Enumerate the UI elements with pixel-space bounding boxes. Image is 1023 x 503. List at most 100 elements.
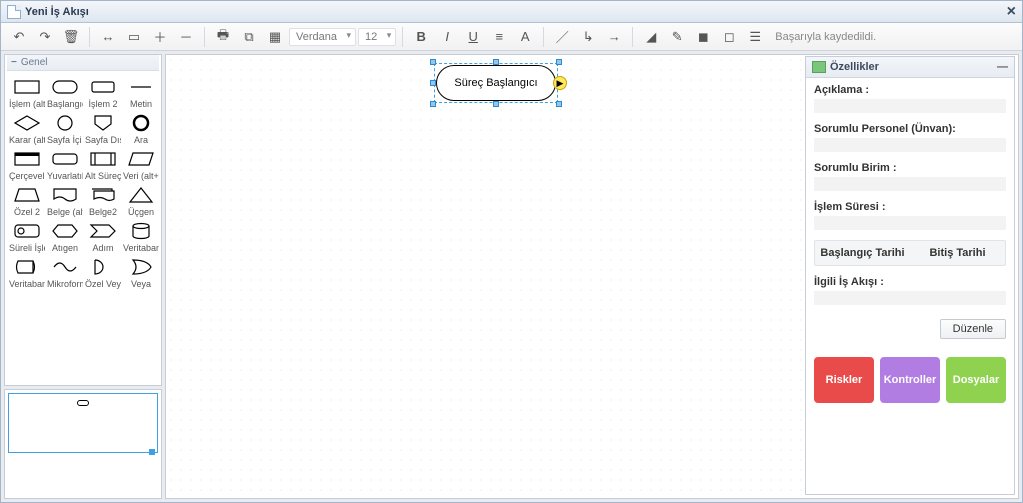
print-button[interactable]: 🖶 <box>211 26 235 48</box>
properties-title: Özellikler <box>830 61 879 73</box>
duration-label: İşlem Süresi : <box>814 201 1006 213</box>
layers-button[interactable]: ☰ <box>743 26 767 48</box>
node-connector-icon[interactable]: ▶ <box>553 76 567 90</box>
border-button[interactable]: ◻ <box>717 26 741 48</box>
shape-circle[interactable]: Sayfa İçi E <box>47 113 83 145</box>
shape-roundrect2[interactable]: Yuvarlatılm <box>47 149 83 181</box>
desc-value[interactable] <box>814 99 1006 113</box>
person-label: Sorumlu Personel (Ünvan): <box>814 123 1006 135</box>
shape-hexagon[interactable]: Atıgen <box>47 221 83 253</box>
shape-label: Belge2 <box>85 207 121 217</box>
bold-button[interactable]: B <box>409 26 433 48</box>
close-icon[interactable]: × <box>1007 4 1016 20</box>
shape-palette: Genel İşlem (alt+Başlangıç/İşlem 2Metin K… <box>4 54 162 386</box>
document-icon <box>7 5 21 19</box>
shape-rect[interactable]: İşlem (alt+ <box>9 77 45 109</box>
redo-button[interactable]: ↷ <box>33 26 57 48</box>
connector-button[interactable]: ↳ <box>576 26 600 48</box>
resize-handle-nw[interactable] <box>430 59 436 65</box>
shape-triangle[interactable]: Üçgen <box>123 185 159 217</box>
shape-label: Üçgen <box>123 207 159 217</box>
shape-label: İşlem (alt+ <box>9 99 45 109</box>
underline-button[interactable]: U <box>461 26 485 48</box>
edit-button[interactable]: Düzenle <box>940 319 1006 339</box>
font-family-select[interactable]: Verdana <box>289 28 356 46</box>
end-date-button[interactable]: Bitiş Tarihi <box>914 245 1001 261</box>
window-title: Yeni İş Akışı <box>25 6 89 18</box>
shape-trapezoid[interactable]: Özel 2 <box>9 185 45 217</box>
crop-button[interactable]: ⧉ <box>237 26 261 48</box>
shape-timer[interactable]: Süreli İşler <box>9 221 45 253</box>
start-node[interactable]: Süreç Başlangıcı ▶ <box>436 65 556 101</box>
risks-button[interactable]: Riskler <box>814 357 874 403</box>
shape-db2[interactable]: Veritaban <box>9 257 45 289</box>
shape-label: Adım <box>85 243 121 253</box>
unit-value[interactable] <box>814 177 1006 191</box>
minimap[interactable] <box>4 389 162 499</box>
triangle-icon <box>126 185 156 205</box>
stroke-color-button[interactable]: ✎ <box>665 26 689 48</box>
shape-label: Alt Süreç <box>85 171 121 181</box>
shape-rect2[interactable]: İşlem 2 <box>85 77 121 109</box>
zoom-in-button[interactable]: ＋ <box>148 26 172 48</box>
files-button[interactable]: Dosyalar <box>946 357 1006 403</box>
delete-button[interactable]: 🗑 <box>59 26 83 48</box>
palette-group-header[interactable]: Genel <box>7 55 159 71</box>
arrow-style-button[interactable]: → <box>602 26 626 48</box>
rect2-icon <box>88 77 118 97</box>
shadow-button[interactable]: ◼ <box>691 26 715 48</box>
undo-button[interactable]: ↶ <box>7 26 31 48</box>
shape-multidoc[interactable]: Belge2 <box>85 185 121 217</box>
minimize-icon[interactable]: — <box>997 61 1008 73</box>
boldcircle-icon <box>126 113 156 133</box>
font-size-select[interactable]: 12 <box>358 28 396 46</box>
fit-page-button[interactable]: ▭ <box>122 26 146 48</box>
multidoc-icon <box>88 185 118 205</box>
shape-label: Ara <box>123 135 159 145</box>
shape-label: Özel 2 <box>9 207 45 217</box>
resize-handle-se[interactable] <box>556 101 562 107</box>
shape-diamond[interactable]: Karar (alt+ <box>9 113 45 145</box>
resize-handle-sw[interactable] <box>430 101 436 107</box>
minimap-resize-handle[interactable] <box>149 449 155 455</box>
status-message: Başarıyla kaydedildi. <box>775 31 876 43</box>
shape-step[interactable]: Adım <box>85 221 121 253</box>
diamond-icon <box>12 113 42 133</box>
shape-offpage[interactable]: Sayfa Dış <box>85 113 121 145</box>
shape-microform[interactable]: Mikroform <box>47 257 83 289</box>
person-value[interactable] <box>814 138 1006 152</box>
hexagon-icon <box>50 221 80 241</box>
text-color-button[interactable]: A <box>513 26 537 48</box>
shape-text[interactable]: Metin <box>123 77 159 109</box>
shape-label: Özel Veya <box>85 279 121 289</box>
grid-button[interactable]: ▦ <box>263 26 287 48</box>
shape-halfand[interactable]: Özel Veya <box>85 257 121 289</box>
shape-frame[interactable]: Çerçeveli <box>9 149 45 181</box>
fill-color-button[interactable]: ◢ <box>639 26 663 48</box>
shape-label: Atıgen <box>47 243 83 253</box>
duration-value[interactable] <box>814 216 1006 230</box>
shape-label: Yuvarlatılm <box>47 171 83 181</box>
resize-handle-s[interactable] <box>493 101 499 107</box>
properties-header[interactable]: Özellikler — <box>806 57 1014 78</box>
related-flow-value[interactable] <box>814 291 1006 305</box>
start-date-button[interactable]: Başlangıç Tarihi <box>819 245 906 261</box>
fit-width-button[interactable]: ↔ <box>96 26 120 48</box>
roundrect2-icon <box>50 149 80 169</box>
zoom-out-button[interactable]: － <box>174 26 198 48</box>
line-button[interactable]: ／ <box>550 26 574 48</box>
controls-button[interactable]: Kontroller <box>880 357 940 403</box>
shape-halfor[interactable]: Veya <box>123 257 159 289</box>
shape-parallelogram[interactable]: Veri (alt+v <box>123 149 159 181</box>
shape-boldcircle[interactable]: Ara <box>123 113 159 145</box>
shape-cylinder[interactable]: Veritaban <box>123 221 159 253</box>
italic-button[interactable]: I <box>435 26 459 48</box>
align-button[interactable]: ≡ <box>487 26 511 48</box>
selected-node[interactable]: Süreç Başlangıcı ▶ <box>436 65 556 101</box>
shape-subprocess[interactable]: Alt Süreç <box>85 149 121 181</box>
timer-icon <box>12 221 42 241</box>
text-icon <box>126 77 156 97</box>
resize-handle-ne[interactable] <box>556 59 562 65</box>
shape-roundrect[interactable]: Başlangıç/ <box>47 77 83 109</box>
shape-doc[interactable]: Belge (alt+ <box>47 185 83 217</box>
